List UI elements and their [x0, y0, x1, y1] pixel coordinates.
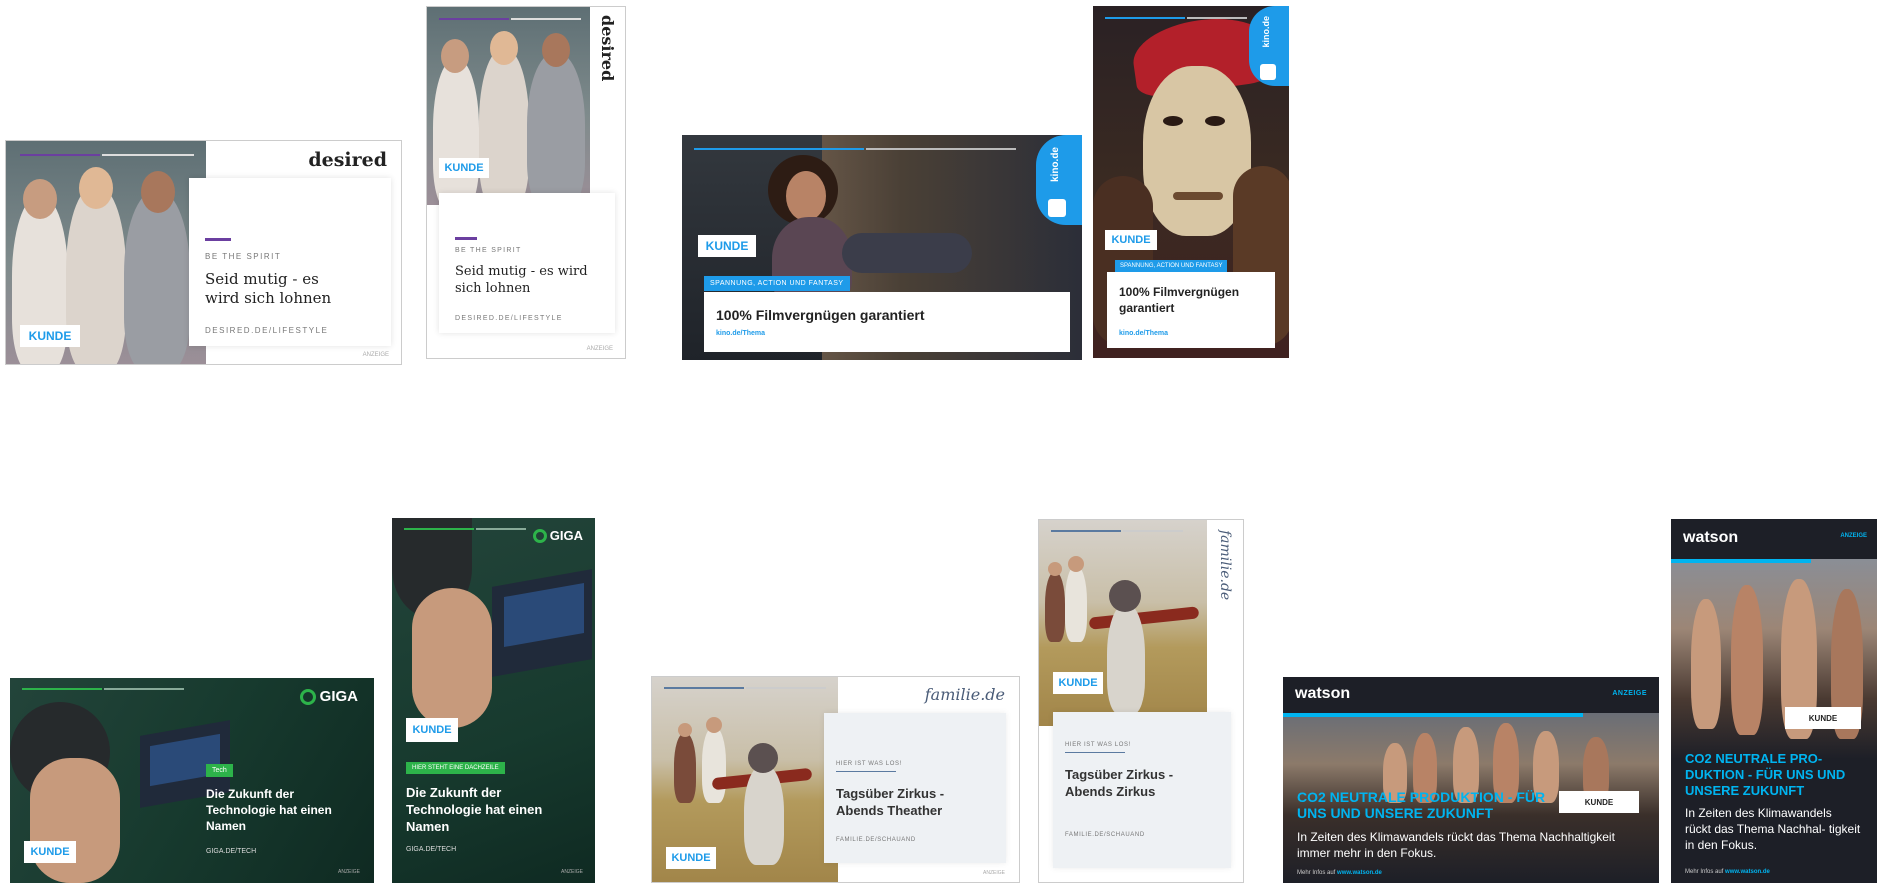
kino-headline: 100% Filmvergnügen garantiert: [716, 307, 925, 323]
giga-url: GIGA.DE/TECH: [206, 848, 257, 855]
desired-eyebrow: BE THE SPIRIT: [205, 252, 282, 261]
kino-ad-tall[interactable]: kino.de KUNDE SPANNUNG, ACTION UND FANTA…: [1093, 6, 1289, 358]
giga-ad-tall[interactable]: GIGA KUNDE HIER STEHT EINE DACHZEILE Die…: [392, 518, 595, 883]
giga-headline: Die Zukunft der Technologie hat einen Na…: [206, 787, 332, 833]
kino-tall-text-card: 100% Filmvergnügen garantiert kino.de/Th…: [1107, 272, 1275, 348]
familie-ad-tall[interactable]: familie.de KUNDE HIER IST WAS LOS! Tagsü…: [1038, 519, 1244, 883]
giga-tall-headline: Die Zukunft der Technologie hat einen Na…: [406, 785, 543, 834]
giga-tag: Tech: [206, 764, 233, 777]
kino-logo-text: kino.de: [1050, 147, 1061, 183]
familie-tall-photo: [1039, 520, 1207, 726]
giga-tall-ad-label: ANZEIGE: [561, 869, 583, 875]
watson-tall-body: In Zeiten des Klimawandels rückt das The…: [1685, 806, 1861, 852]
watson-more-prefix: Mehr Infos auf: [1297, 870, 1336, 876]
familie-ad-label: ANZEIGE: [983, 870, 1005, 876]
familie-url: FAMILIE.DE/SCHAUAND: [836, 837, 916, 843]
giga-tall-logo: GIGA: [532, 528, 583, 543]
giga-tall-client-logo: KUNDE: [406, 718, 458, 742]
giga-tall-tag: HIER STEHT EINE DACHZEILE: [406, 762, 505, 774]
desired-ad-tall[interactable]: desired KUNDE BE THE SPIRIT Seid mutig -…: [426, 6, 626, 359]
desired-ad-wide[interactable]: desired BE THE SPIRIT Seid mutig - es wi…: [5, 140, 402, 365]
giga-tall-logo-text: GIGA: [549, 528, 583, 543]
desired-tall-eyebrow: BE THE SPIRIT: [455, 247, 522, 254]
desired-tall-client-logo: KUNDE: [439, 158, 489, 178]
watson-tall-header: watson ANZEIGE: [1671, 519, 1877, 559]
watson-ad-wide[interactable]: watson ANZEIGE KUNDE CO2 NEUTRALE PRODUK…: [1283, 677, 1659, 883]
desired-text-card: BE THE SPIRIT Seid mutig - es wird sich …: [189, 178, 391, 346]
watson-tall-client-logo: KUNDE: [1785, 707, 1861, 729]
desired-tall-url: DESIRED.DE/LIFESTYLE: [455, 315, 563, 322]
watson-tall-more-link[interactable]: www.watson.de: [1725, 869, 1770, 875]
kino-text-card: 100% Filmvergnügen garantiert kino.de/Th…: [704, 292, 1070, 352]
kino-client-logo: KUNDE: [698, 235, 756, 257]
familie-headline: Tagsüber Zirkus - Abends Theather: [836, 786, 945, 818]
desired-tall-text-card: BE THE SPIRIT Seid mutig - es wird sich …: [439, 193, 615, 333]
desired-client-logo: KUNDE: [20, 325, 80, 347]
watson-tall-more-info: Mehr Infos auf www.watson.de: [1685, 869, 1770, 875]
giga-logo: GIGA: [299, 688, 358, 705]
watson-logo: watson: [1295, 685, 1351, 702]
kino-url: kino.de/Thema: [716, 330, 766, 337]
desired-tall-ad-label: ANZEIGE: [586, 346, 613, 352]
kino-tall-tag: SPANNUNG, ACTION UND FANTASY: [1115, 260, 1228, 272]
desired-url: DESIRED.DE/LIFESTYLE: [205, 326, 329, 335]
watson-tall-ad-label: ANZEIGE: [1840, 533, 1867, 539]
desired-tall-logo: desired: [598, 15, 617, 82]
giga-client-logo: KUNDE: [24, 841, 76, 863]
watson-header: watson ANZEIGE: [1283, 677, 1659, 713]
giga-tall-url: GIGA.DE/TECH: [406, 846, 457, 853]
desired-headline: Seid mutig - es wird sich lohnen: [205, 270, 332, 307]
desired-logo: desired: [308, 149, 387, 171]
giga-logo-icon: [299, 688, 316, 705]
kino-logo: kino.de: [1036, 135, 1082, 225]
kino-logo-icon: [1048, 199, 1066, 217]
familie-tall-logo: familie.de: [1217, 530, 1233, 601]
familie-tall-url: FAMILIE.DE/SCHAUAND: [1065, 832, 1145, 838]
giga-logo-text: GIGA: [319, 688, 358, 705]
kino-tall-logo-icon: [1260, 64, 1276, 80]
giga-tall-logo-icon: [532, 528, 547, 543]
familie-tall-eyebrow: HIER IST WAS LOS!: [1065, 742, 1131, 748]
kino-tall-logo-text: kino.de: [1261, 16, 1271, 48]
familie-tall-client-logo: KUNDE: [1053, 672, 1103, 694]
watson-body: In Zeiten des Klimawandels rückt das The…: [1297, 830, 1615, 860]
familie-tall-text-card: HIER IST WAS LOS! Tagsüber Zirkus - Aben…: [1053, 712, 1231, 868]
watson-more-link[interactable]: www.watson.de: [1337, 870, 1382, 876]
kino-tag: SPANNUNG, ACTION UND FANTASY: [704, 276, 850, 291]
familie-client-logo: KUNDE: [666, 847, 716, 869]
kino-tall-client-logo: KUNDE: [1105, 230, 1157, 250]
watson-client-logo: KUNDE: [1559, 791, 1639, 813]
watson-tall-headline: CO2 NEUTRALE PRO- DUKTION - FÜR UNS UND …: [1685, 751, 1846, 798]
familie-text-card: HIER IST WAS LOS! Tagsüber Zirkus - Aben…: [824, 713, 1006, 863]
desired-tall-headline: Seid mutig - es wird sich lohnen: [455, 264, 588, 296]
watson-headline: CO2 NEUTRALE PRODUKTION - FÜR UNS UND UN…: [1297, 789, 1546, 821]
giga-ad-label: ANZEIGE: [338, 869, 360, 875]
giga-tall-photo: [392, 518, 595, 728]
watson-tall-more-prefix: Mehr Infos auf: [1685, 869, 1724, 875]
watson-more-info: Mehr Infos auf www.watson.de: [1297, 870, 1382, 876]
watson-ad-label: ANZEIGE: [1612, 690, 1647, 697]
watson-tall-photo: [1671, 559, 1877, 759]
kino-tall-url: kino.de/Thema: [1119, 330, 1169, 337]
desired-ad-label: ANZEIGE: [362, 352, 389, 358]
familie-ad-wide[interactable]: familie.de HIER IST WAS LOS! Tagsüber Zi…: [651, 676, 1020, 883]
watson-tall-logo: watson: [1683, 529, 1739, 546]
familie-eyebrow: HIER IST WAS LOS!: [836, 761, 902, 767]
familie-logo: familie.de: [924, 685, 1005, 704]
kino-ad-wide[interactable]: kino.de KUNDE SPANNUNG, ACTION UND FANTA…: [682, 135, 1082, 360]
familie-tall-headline: Tagsüber Zirkus - Abends Zirkus: [1065, 767, 1174, 799]
watson-ad-tall[interactable]: watson ANZEIGE KUNDE CO2 NEUTRALE PRO- D…: [1671, 519, 1877, 883]
kino-tall-headline: 100% Filmvergnügen garantiert: [1119, 285, 1240, 315]
giga-ad-wide[interactable]: GIGA Tech Die Zukunft der Technologie ha…: [10, 678, 374, 883]
kino-tall-logo: kino.de: [1249, 6, 1289, 86]
